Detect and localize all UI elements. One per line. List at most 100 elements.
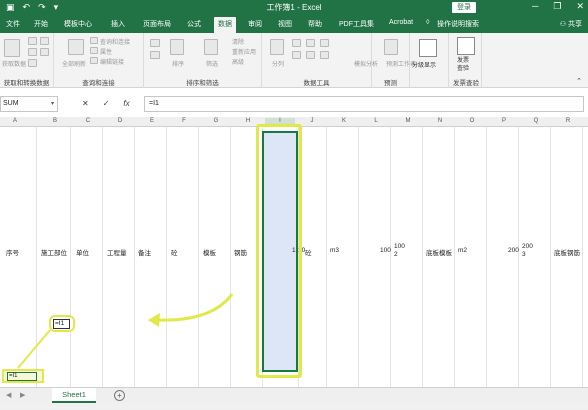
remove-duplicates-icon[interactable] [292, 51, 301, 59]
data-model-icon[interactable] [320, 51, 329, 59]
refresh-all-label: 全部刷新 [62, 62, 87, 68]
column-header[interactable]: K [329, 118, 359, 124]
tab-formulas[interactable]: 公式 [187, 19, 201, 29]
column-header[interactable]: J [297, 118, 327, 124]
get-data-icon[interactable] [4, 39, 20, 57]
restore-icon[interactable]: ❐ [553, 1, 561, 12]
tab-home[interactable]: 开始 [34, 19, 48, 29]
column-header[interactable]: F [169, 118, 199, 124]
tab-template-center[interactable]: 模板中心 [64, 19, 92, 29]
outline-icon[interactable] [419, 39, 437, 57]
column-header[interactable]: E [137, 118, 167, 124]
cell-p1[interactable]: 200 [508, 247, 519, 254]
minimize-icon[interactable]: ─ [532, 1, 538, 12]
cell-f1[interactable]: 砼 [171, 247, 178, 257]
column-header[interactable]: Q [521, 118, 551, 124]
refresh-all-icon[interactable] [68, 39, 84, 55]
from-web-icon[interactable] [28, 48, 37, 56]
queries-icon[interactable] [90, 37, 98, 44]
share-icon: ⚇ [559, 21, 568, 28]
recent-sources-icon[interactable] [40, 37, 49, 45]
tab-help[interactable]: 帮助 [308, 19, 322, 29]
cell-q1[interactable]: 200 3 [522, 243, 533, 259]
column-highlight [256, 124, 302, 378]
tab-review[interactable]: 审阅 [248, 19, 262, 29]
from-table-icon[interactable] [28, 59, 37, 67]
data-validation-icon[interactable] [306, 39, 315, 47]
scroll-left-icon[interactable]: ◀ [6, 391, 11, 399]
column-header[interactable]: L [361, 118, 391, 124]
formula-input[interactable]: =I1 [144, 96, 584, 112]
tab-acrobat[interactable]: Acrobat [389, 19, 413, 26]
column-header[interactable]: C [73, 118, 103, 124]
cell-c1[interactable]: 单位 [76, 247, 89, 257]
flash-fill-icon[interactable] [292, 39, 301, 47]
consolidate-icon[interactable] [306, 51, 315, 59]
cell-j1[interactable]: 砼 [305, 247, 312, 257]
tab-pdf-tools[interactable]: PDF工具集 [339, 19, 374, 29]
insert-function-icon[interactable]: fx [123, 99, 129, 108]
sort-desc-icon[interactable] [150, 51, 160, 59]
text-to-columns-icon[interactable] [270, 39, 284, 55]
invoice-check-label[interactable]: 发票 查验 [457, 57, 469, 73]
sort-asc-icon[interactable] [150, 39, 160, 47]
cell-r1[interactable]: 底板钢筋 [554, 247, 580, 257]
cell-e1[interactable]: 备注 [138, 247, 151, 257]
column-header[interactable]: B [40, 118, 70, 124]
add-sheet-button[interactable]: + [114, 390, 125, 401]
tab-file[interactable]: 文件 [6, 19, 20, 29]
bottom-left-cell[interactable]: =I1 [7, 372, 37, 381]
enter-icon[interactable]: ✓ [103, 99, 110, 108]
column-header[interactable]: M [393, 118, 423, 124]
cell-k1[interactable]: m3 [330, 247, 339, 254]
column-header[interactable]: O [457, 118, 487, 124]
login-button[interactable]: 登录 [452, 2, 476, 13]
cancel-icon[interactable]: ✕ [82, 99, 89, 108]
tell-me-search[interactable]: 操作说明搜索 [437, 19, 479, 29]
cell-n1[interactable]: 底板模板 [426, 247, 452, 257]
column-header[interactable]: A [0, 118, 30, 124]
cell-l1[interactable]: 100 [380, 247, 391, 254]
column-header[interactable]: G [201, 118, 231, 124]
edit-links-icon[interactable] [90, 57, 98, 64]
editing-cell-callout: =I1 [49, 315, 75, 332]
reapply-label[interactable]: 重新应用 [232, 47, 256, 56]
share-button[interactable]: ⚇ 共享 [560, 19, 582, 29]
collapse-ribbon-icon[interactable]: ⌃ [576, 77, 582, 85]
column-header[interactable]: R [553, 118, 583, 124]
tab-page-layout[interactable]: 页面布局 [143, 19, 171, 29]
tab-insert[interactable]: 插入 [111, 19, 125, 29]
cell-m1[interactable]: 100 2 [394, 243, 405, 259]
from-text-icon[interactable] [28, 37, 37, 45]
group-outline: 分级显示 [410, 33, 446, 88]
window-controls: ─ ❐ ✕ [532, 1, 584, 12]
chevron-down-icon[interactable]: ▾ [51, 100, 54, 107]
column-header[interactable]: P [489, 118, 519, 124]
column-header[interactable]: D [105, 118, 135, 124]
cell-b1[interactable]: 施工部位 [41, 247, 67, 257]
editing-cell[interactable]: =I1 [53, 319, 70, 329]
what-if-icon[interactable] [384, 39, 398, 55]
cell-d1[interactable]: 工程量 [107, 247, 127, 257]
invoice-check-icon[interactable] [457, 37, 475, 55]
column-header[interactable]: N [425, 118, 455, 124]
filter-icon[interactable] [204, 39, 218, 55]
tab-view[interactable]: 视图 [278, 19, 292, 29]
sheet-tab[interactable]: Sheet1 [52, 388, 96, 403]
properties-icon[interactable] [90, 47, 98, 54]
tab-data[interactable]: 数据 [214, 17, 236, 33]
close-icon[interactable]: ✕ [576, 1, 584, 12]
sort-icon[interactable] [170, 39, 184, 55]
cell-a1[interactable]: 序号 [6, 247, 19, 257]
existing-connections-icon[interactable] [40, 48, 49, 56]
relationships-icon[interactable] [320, 39, 329, 47]
clear-label[interactable]: 清除 [232, 37, 244, 46]
scroll-right-icon[interactable]: ▶ [20, 391, 25, 399]
formula-buttons: ✕ ✓ fx [82, 99, 130, 108]
outline-label[interactable]: 分级显示 [412, 60, 436, 69]
cell-h1[interactable]: 钢筋 [234, 247, 247, 257]
advanced-label[interactable]: 高级 [232, 57, 244, 66]
cell-g1[interactable]: 模板 [203, 247, 216, 257]
name-box[interactable]: SUM ▾ [0, 96, 58, 112]
cell-o1[interactable]: m2 [458, 247, 467, 254]
